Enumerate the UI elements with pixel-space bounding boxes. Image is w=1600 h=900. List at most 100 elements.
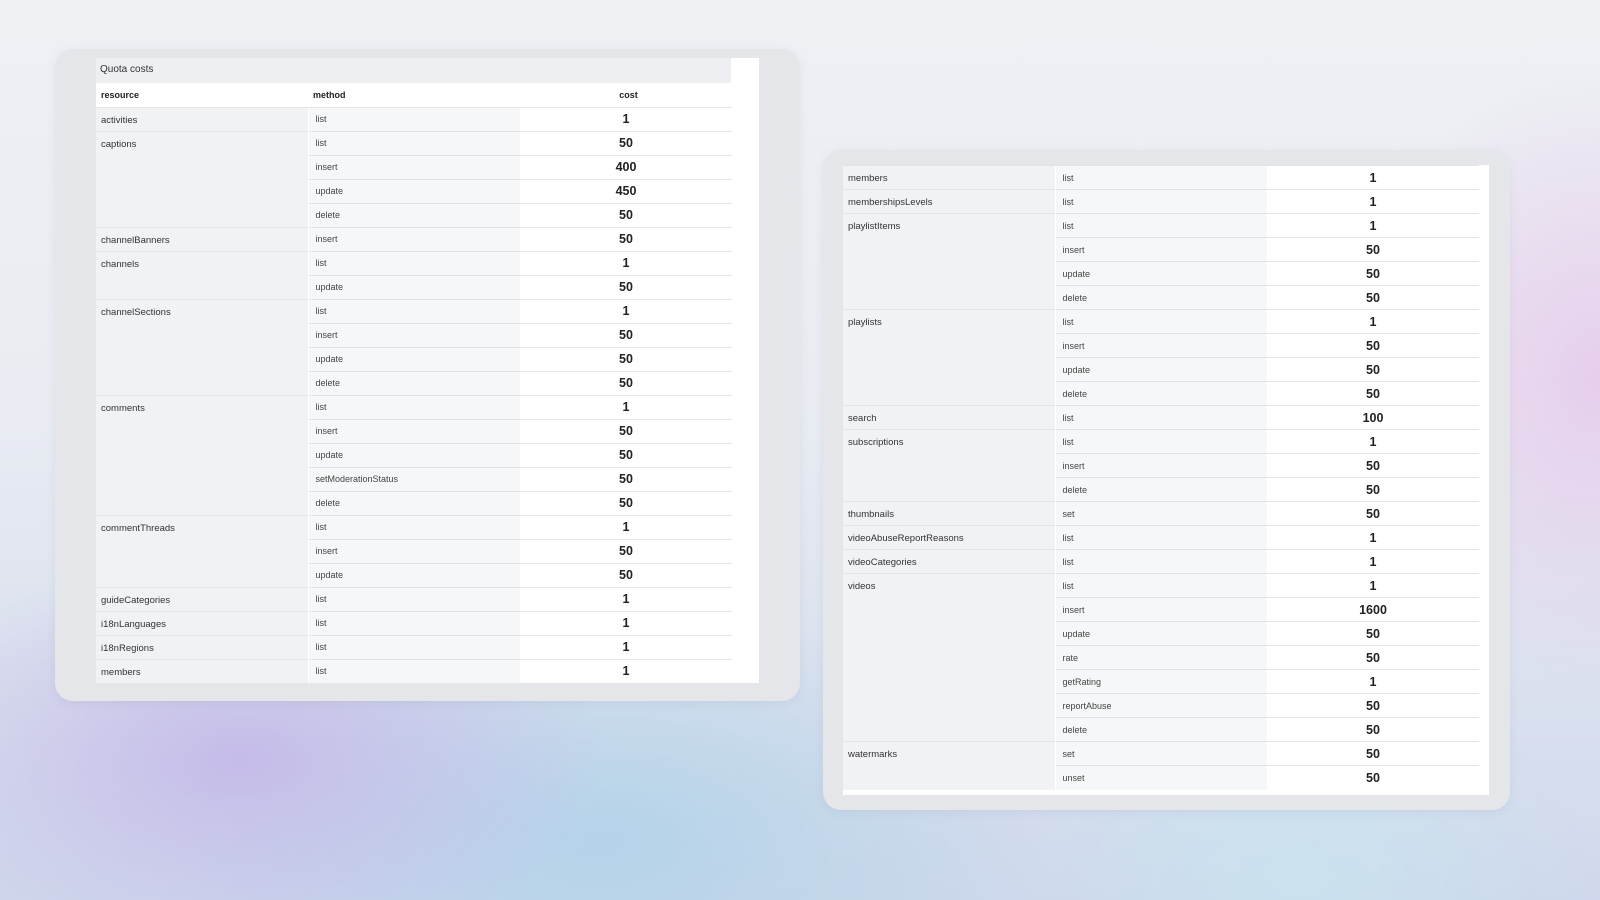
method-cell: update	[307, 274, 520, 299]
cost-cell: 1	[520, 514, 732, 539]
cost-cell: 50	[1267, 285, 1479, 310]
cost-cell: 50	[520, 538, 732, 563]
cost-cell: 50	[520, 202, 732, 227]
method-cell: delete	[1054, 381, 1267, 406]
table-row: commentThreads list 1	[96, 514, 732, 587]
method-cell: list	[1054, 429, 1267, 454]
table-caption: Quota costs	[96, 58, 731, 83]
method-cell: delete	[307, 490, 520, 515]
method-cell: insert	[1054, 237, 1267, 262]
table-body: members list 1 membershipsLevels list 1 playli…	[843, 165, 1479, 790]
method-cell: insert	[307, 154, 520, 179]
method-cell: delete	[1054, 477, 1267, 502]
method-cell: list	[307, 394, 520, 419]
method-cell: list	[1054, 405, 1267, 430]
resource-cell: comments	[96, 394, 308, 515]
resource-cell: videoCategories	[843, 549, 1055, 574]
cost-cell: 1	[520, 610, 732, 635]
table-row: members list 1	[96, 658, 732, 683]
quota-costs-table-continued: members list 1 membershipsLevels list 1 playli…	[843, 165, 1479, 790]
cost-cell: 50	[520, 322, 732, 347]
resource-cell: commentThreads	[96, 514, 308, 587]
method-cell: list	[1054, 165, 1267, 190]
table-row: subscriptions list 1	[843, 429, 1479, 502]
resource-cell: guideCategories	[96, 586, 308, 611]
cost-cell: 50	[1267, 477, 1479, 502]
method-cell: insert	[1054, 453, 1267, 478]
method-cell: list	[1054, 525, 1267, 550]
method-cell: insert	[307, 322, 520, 347]
cost-cell: 1	[520, 394, 732, 419]
table-row: guideCategories list 1	[96, 586, 732, 611]
quota-costs-table: resource method cost activities list 1 capt…	[96, 83, 732, 683]
resource-cell: channels	[96, 250, 308, 299]
cost-cell: 50	[1267, 741, 1479, 766]
resource-cell: playlists	[843, 309, 1055, 406]
cost-cell: 1	[520, 106, 732, 131]
cost-cell: 50	[520, 226, 732, 251]
resource-cell: i18nLanguages	[96, 610, 308, 635]
method-cell: insert	[307, 226, 520, 251]
resource-cell: members	[843, 165, 1055, 190]
method-cell: unset	[1054, 765, 1267, 790]
method-cell: update	[307, 562, 520, 587]
resource-cell: videoAbuseReportReasons	[843, 525, 1055, 550]
table-row: captions list 50	[96, 130, 732, 227]
method-cell: list	[307, 658, 520, 683]
header-resource: resource	[96, 83, 308, 108]
method-cell: update	[307, 178, 520, 203]
cost-cell: 1	[1267, 213, 1479, 238]
method-cell: list	[1054, 213, 1267, 238]
table-row: videos list 1	[843, 573, 1479, 742]
table-row: videoAbuseReportReasons list 1	[843, 525, 1479, 550]
method-cell: setModerationStatus	[307, 466, 520, 491]
table-row: thumbnails set 50	[843, 501, 1479, 526]
cost-cell: 50	[1267, 717, 1479, 742]
table-row: playlists list 1	[843, 309, 1479, 406]
cost-cell: 1	[1267, 669, 1479, 694]
cost-cell: 50	[1267, 237, 1479, 262]
cost-cell: 50	[1267, 501, 1479, 526]
resource-cell: captions	[96, 130, 308, 227]
cost-cell: 1	[1267, 309, 1479, 334]
method-cell: delete	[1054, 717, 1267, 742]
table-header-row: resource method cost	[96, 83, 732, 108]
cost-cell: 50	[520, 274, 732, 299]
resource-cell: members	[96, 658, 308, 683]
table-row: i18nRegions list 1	[96, 634, 732, 659]
method-cell: reportAbuse	[1054, 693, 1267, 718]
cost-cell: 1	[1267, 549, 1479, 574]
table-row: channels list 1	[96, 250, 732, 299]
resource-cell: activities	[96, 106, 308, 131]
method-cell: list	[1054, 309, 1267, 334]
table-row: activities list 1	[96, 106, 732, 131]
method-cell: list	[307, 586, 520, 611]
table-row: comments list 1	[96, 394, 732, 515]
method-cell: list	[1054, 549, 1267, 574]
cost-cell: 50	[520, 562, 732, 587]
cost-cell: 450	[520, 178, 732, 203]
cost-cell: 50	[520, 346, 732, 371]
table-row: members list 1	[843, 165, 1479, 190]
cost-cell: 1	[1267, 525, 1479, 550]
cost-cell: 1	[1267, 429, 1479, 454]
cost-cell: 50	[520, 130, 732, 155]
resource-cell: membershipsLevels	[843, 189, 1055, 214]
cost-cell: 50	[520, 490, 732, 515]
method-cell: list	[307, 514, 520, 539]
method-cell: delete	[307, 370, 520, 395]
cost-cell: 50	[1267, 621, 1479, 646]
resource-cell: videos	[843, 573, 1055, 742]
cost-cell: 50	[1267, 453, 1479, 478]
method-cell: delete	[307, 202, 520, 227]
cost-cell: 50	[1267, 333, 1479, 358]
method-cell: list	[307, 106, 520, 131]
cost-cell: 50	[520, 442, 732, 467]
method-cell: list	[307, 634, 520, 659]
cost-cell: 50	[1267, 765, 1479, 790]
method-cell: update	[307, 442, 520, 467]
table-row: watermarks set 50	[843, 741, 1479, 790]
method-cell: rate	[1054, 645, 1267, 670]
resource-cell: i18nRegions	[96, 634, 308, 659]
cost-cell: 50	[1267, 357, 1479, 382]
